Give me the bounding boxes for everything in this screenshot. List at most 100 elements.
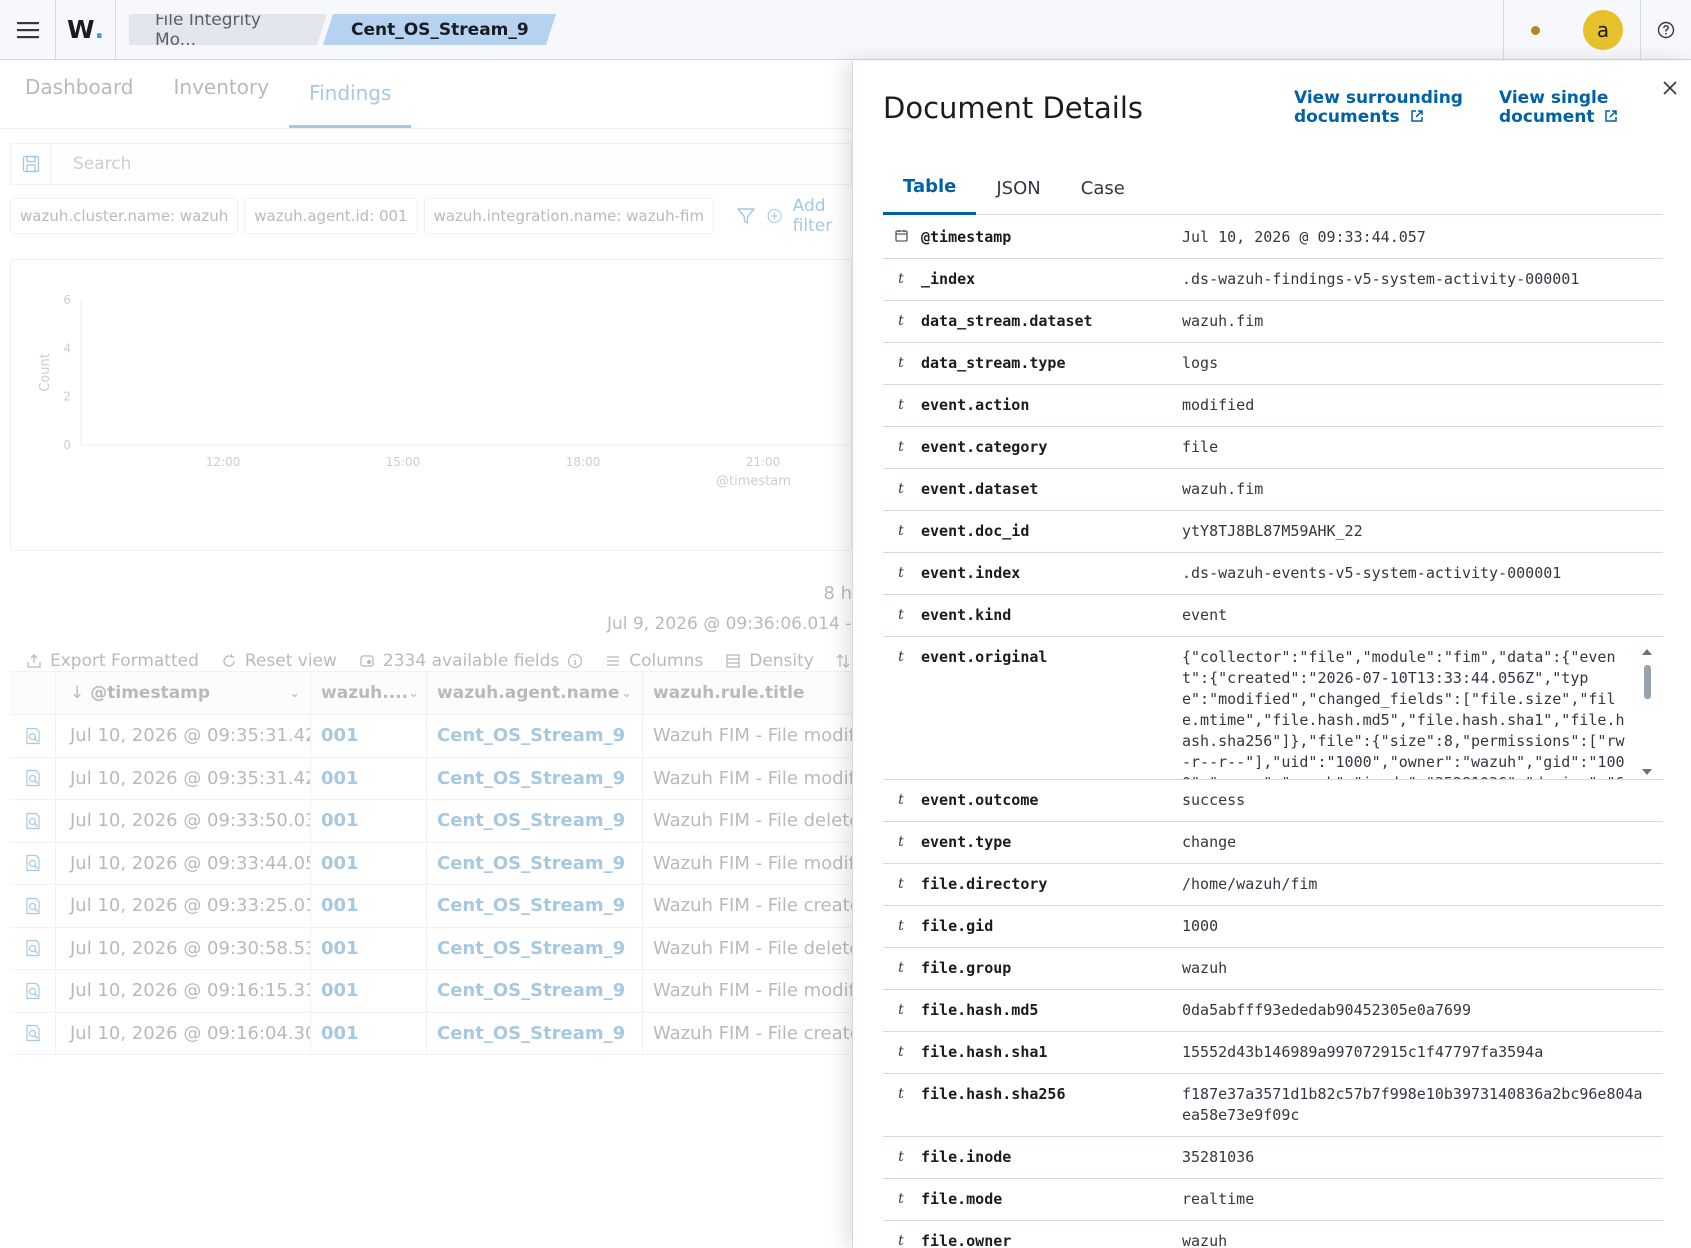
user-menu[interactable]: a (1566, 0, 1640, 60)
cell-agent-id[interactable]: 001 (311, 885, 427, 927)
view-surrounding-documents-link[interactable]: View surrounding documents (1294, 89, 1464, 127)
cell-agent-name[interactable]: Cent_OS_Stream_9 (427, 715, 643, 757)
string-type-icon: t (898, 834, 904, 850)
table-row[interactable]: Jul 10, 2026 @ 09:33:50.034 001 Cent_OS_St… (10, 800, 852, 843)
inspect-document-icon[interactable] (10, 757, 56, 799)
close-icon[interactable] (1657, 75, 1683, 101)
cell-agent-name[interactable]: Cent_OS_Stream_9 (427, 970, 643, 1012)
health-status-icon[interactable] (1504, 0, 1566, 60)
inspect-document-icon[interactable] (10, 842, 56, 884)
inspect-document-icon[interactable] (10, 715, 56, 757)
tab-case[interactable]: Case (1061, 161, 1145, 215)
filter-pill-agent-id[interactable]: wazuh.agent.id: 001 (244, 198, 418, 234)
string-type-icon: t (898, 565, 904, 581)
string-type-icon: t (898, 960, 904, 976)
field-name: event.dataset (921, 480, 1039, 498)
add-filter-button[interactable]: Add filter (767, 196, 852, 236)
reset-view-button[interactable]: Reset view (221, 651, 337, 671)
field-value: wazuh (1182, 1221, 1663, 1248)
breadcrumb-file-integrity[interactable]: File Integrity Mo... (129, 14, 327, 45)
search-input[interactable] (51, 154, 751, 174)
table-row[interactable]: Jul 10, 2026 @ 09:16:04.307 001 Cent_OS_St… (10, 1012, 852, 1055)
table-row[interactable]: Jul 10, 2026 @ 09:33:44.057 001 Cent_OS_St… (10, 842, 852, 885)
inspect-document-icon[interactable] (10, 970, 56, 1012)
cell-agent-name[interactable]: Cent_OS_Stream_9 (427, 800, 643, 842)
document-field-row: t _index .ds-wazuh-findings-v5-system-acti… (883, 259, 1663, 301)
string-type-icon: t (898, 271, 904, 287)
field-value: 1000 (1182, 906, 1663, 947)
menu-icon[interactable] (0, 0, 56, 60)
document-fields-table: @timestamp Jul 10, 2026 @ 09:33:44.057 t _i… (883, 217, 1663, 1248)
available-fields-button[interactable]: 2334 available fields (359, 651, 583, 671)
tab-inventory[interactable]: Inventory (174, 60, 290, 128)
wazuh-logo[interactable]: W. (56, 0, 116, 60)
column-header-agent-name[interactable]: wazuh.agent.name ⌄ (427, 672, 643, 714)
column-header-rule-title[interactable]: wazuh.rule.title (643, 672, 852, 714)
help-icon[interactable] (1641, 0, 1691, 60)
field-value: 0da5abfff93ededab90452305e0a7699 (1182, 990, 1663, 1031)
cell-agent-name[interactable]: Cent_OS_Stream_9 (427, 927, 643, 969)
saved-query-icon[interactable] (11, 144, 51, 184)
cell-agent-name[interactable]: Cent_OS_Stream_9 (427, 757, 643, 799)
field-name: file.hash.md5 (921, 1001, 1039, 1019)
header-actions: a (1503, 0, 1691, 60)
table-row[interactable]: Jul 10, 2026 @ 09:16:15.310 001 Cent_OS_St… (10, 970, 852, 1013)
string-type-icon: t (898, 1002, 904, 1018)
field-value-text: 0da5abfff93ededab90452305e0a7699 (1182, 1001, 1471, 1019)
field-value: wazuh.fim (1182, 469, 1663, 510)
tab-table[interactable]: Table (883, 161, 977, 215)
table-row[interactable]: Jul 10, 2026 @ 09:35:31.420 001 Cent_OS_St… (10, 757, 852, 800)
cell-agent-id[interactable]: 001 (311, 715, 427, 757)
cell-agent-name[interactable]: Cent_OS_Stream_9 (427, 885, 643, 927)
field-name: file.owner (921, 1232, 1012, 1248)
cell-rule-title: Wazuh FIM - File created (653, 895, 852, 917)
document-field-row: t file.directory/home/wazuh/fim (883, 864, 1663, 906)
export-formatted-button[interactable]: Export Formatted (26, 651, 199, 671)
filter-pill-integration[interactable]: wazuh.integration.name: wazuh-fim (423, 198, 715, 234)
document-field-row: t event.dataset wazuh.fim (883, 469, 1663, 511)
filter-pill-cluster[interactable]: wazuh.cluster.name: wazuh (10, 198, 239, 234)
inspect-document-icon[interactable] (10, 927, 56, 969)
y-tick-label: 4 (63, 341, 71, 355)
document-details-flyout: Document Details View surrounding docume… (852, 61, 1691, 1248)
table-row[interactable]: Jul 10, 2026 @ 09:35:31.421 001 Cent_OS_St… (10, 715, 852, 758)
field-value-text: event (1182, 606, 1228, 624)
column-header-label: wazuh.rule.title (653, 683, 805, 703)
table-row[interactable]: Jul 10, 2026 @ 09:30:58.535 001 Cent_OS_St… (10, 927, 852, 970)
field-name: file.mode (921, 1190, 1003, 1208)
cell-agent-id[interactable]: 001 (311, 842, 427, 884)
filter-icon[interactable] (730, 198, 761, 234)
cell-rule-title: Wazuh FIM - File created (653, 1022, 852, 1044)
scrollbar[interactable] (1641, 647, 1653, 777)
tab-findings[interactable]: Findings (289, 60, 412, 128)
document-field-row: t event.index .ds-wazuh-events-v5-system-a… (883, 553, 1663, 595)
field-name: event.action (921, 396, 1030, 414)
view-single-document-link[interactable]: View single document (1499, 89, 1649, 127)
histogram-chart: 6 4 2 0 12:00 15:00 18:00 21:00 Count @timestam (10, 259, 853, 551)
cell-agent-name[interactable]: Cent_OS_Stream_9 (427, 1012, 643, 1054)
inspect-document-icon[interactable] (10, 885, 56, 927)
cell-agent-id[interactable]: 001 (311, 800, 427, 842)
cell-agent-id[interactable]: 001 (311, 970, 427, 1012)
tab-dashboard[interactable]: Dashboard (25, 60, 154, 128)
density-button[interactable]: Density (725, 651, 814, 671)
column-header-timestamp[interactable]: ↓ @timestamp ⌄ (56, 672, 311, 714)
cell-agent-name[interactable]: Cent_OS_Stream_9 (427, 842, 643, 884)
document-field-row: t file.group wazuh (883, 948, 1663, 990)
cell-timestamp: Jul 10, 2026 @ 09:33:25.013 (56, 885, 311, 927)
document-field-row: t file.hash.sha256 f187e37a3571d1b82c57b7f… (883, 1074, 1663, 1137)
columns-button[interactable]: Columns (605, 651, 703, 671)
field-name: data_stream.dataset (921, 312, 1093, 330)
inspect-document-icon[interactable] (10, 1012, 56, 1054)
cell-agent-id[interactable]: 001 (311, 1012, 427, 1054)
column-header-agent-id[interactable]: wazuh.... ⌄ (311, 672, 427, 714)
cell-agent-id[interactable]: 001 (311, 757, 427, 799)
sort-button[interactable] (836, 653, 850, 669)
table-row[interactable]: Jul 10, 2026 @ 09:33:25.013 001 Cent_OS_St… (10, 885, 852, 928)
inspect-document-icon[interactable] (10, 800, 56, 842)
cell-agent-id[interactable]: 001 (311, 927, 427, 969)
field-value-text: .ds-wazuh-events-v5-system-activity-0000… (1182, 564, 1562, 582)
breadcrumb-agent[interactable]: Cent_OS_Stream_9 (323, 14, 556, 45)
field-value: 35281036 (1182, 1137, 1663, 1178)
tab-json[interactable]: JSON (976, 161, 1060, 215)
